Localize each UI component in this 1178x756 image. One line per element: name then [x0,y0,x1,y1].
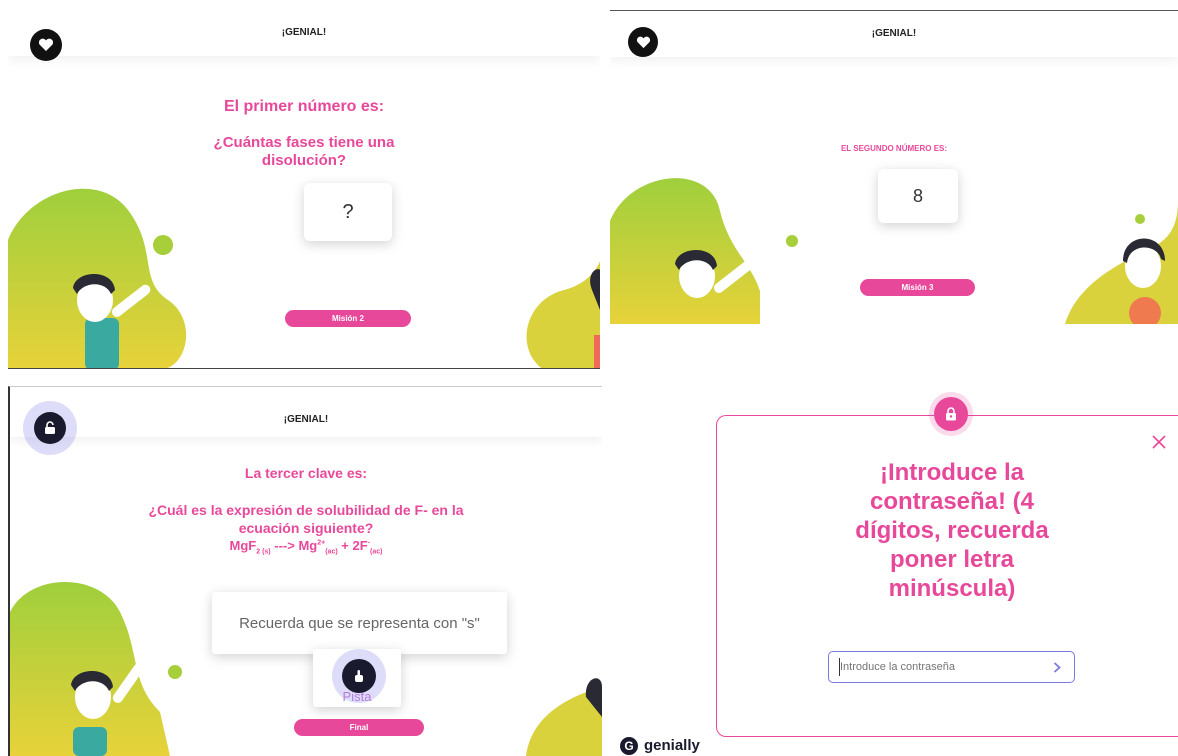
password-input[interactable] [839,658,1030,676]
modal-title: ¡Introduce la contraseña! (4 dígitos, re… [717,458,1178,603]
password-modal: ¡Introduce la contraseña! (4 dígitos, re… [716,415,1178,737]
mission-3-button[interactable]: Misión 3 [860,279,975,296]
answer-box: 8 [878,169,958,223]
genially-logo[interactable]: G genially [620,736,700,755]
boy-illustration [73,274,151,368]
boy-illustration [71,663,144,756]
formula-sub-b: (ac) [325,548,338,556]
chemical-equation: MgF2 (s) ---> Mg2+(ac) + 2F-(ac) [10,538,602,556]
panel-mission-2: ¡GENIAL! EL SEGUNDO NÚMERO ES: 8 Misión … [610,10,1178,324]
right-blob-illustration [526,260,600,368]
modal-title-line-3: dígitos, recuerda [855,517,1049,544]
panel-mission-1: ¡GENIAL! El primer número es: ¿Cuántas f… [8,10,600,369]
lock-icon [934,397,968,431]
top-bar: ¡GENIAL! [10,387,602,437]
top-bar: ¡GENIAL! [610,11,1178,57]
formula-part-a: MgF [229,538,257,553]
genially-g-icon: G [620,736,638,755]
header-title: ¡GENIAL! [283,414,329,425]
girl-illustration [1065,201,1178,324]
hint-label[interactable]: Pista [313,689,401,704]
formula-sub-a: 2 (s) [256,548,271,556]
heart-icon[interactable] [628,27,658,57]
final-button[interactable]: Final [294,719,424,736]
modal-title-line-4: poner letra [889,546,1015,573]
formula-plus: + 2F [337,538,368,553]
heart-icon[interactable] [30,29,62,61]
question-line-1: ¿Cuántas fases tiene una [213,134,395,151]
top-bar: ¡GENIAL! [8,10,600,56]
modal-title-line-5: minúscula) [888,575,1016,602]
password-input-wrapper[interactable] [828,651,1075,683]
header-title: ¡GENIAL! [281,27,327,38]
formula-sup-b: 2+ [317,539,326,547]
answer-box: ? [304,183,392,241]
modal-title-line-1: ¡Introduce la [879,459,1024,486]
heading: EL SEGUNDO NÚMERO ES: [840,144,948,153]
modal-title-line-2: contraseña! (4 [869,488,1035,515]
question-line-2: ecuación siguiente? [238,520,374,536]
formula-arrow: ---> Mg [270,538,318,553]
hand-pointer-icon[interactable] [342,659,376,693]
mission-2-button[interactable]: Misión 2 [285,310,411,327]
hint-text: Recuerda que se representa con "s" [239,614,480,632]
hint-card: Recuerda que se representa con "s" [212,592,507,654]
lock-icon[interactable] [34,412,66,444]
chevron-right-icon[interactable] [1053,662,1061,673]
heading: El primer número es: [223,98,385,115]
boy-illustration [675,250,753,298]
answer-value: ? [342,200,354,223]
right-blob-illustration [526,678,602,756]
close-icon[interactable] [1151,434,1167,450]
answer-value: 8 [912,185,923,206]
formula-sup-c: - [367,539,371,547]
header-title: ¡GENIAL! [871,28,917,39]
formula-sub-c: (ac) [370,548,383,556]
panel-final-clue: ¡GENIAL! La tercer clave es: ¿Cuál es la… [8,386,602,756]
question-line-1: ¿Cuál es la expresión de solubilidad de … [148,502,464,518]
genially-brand-name: genially [644,737,700,754]
heading: La tercer clave es: [244,465,368,481]
question-line-2: disolución? [261,152,347,169]
